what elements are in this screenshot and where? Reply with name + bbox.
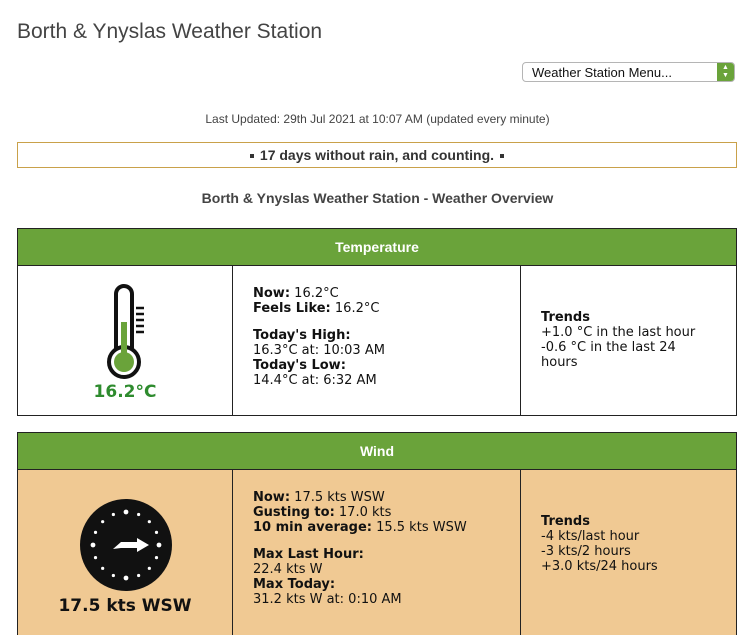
bullet-square-icon <box>500 154 505 159</box>
compass-tick <box>90 542 96 548</box>
compass-tick <box>154 556 159 560</box>
wind-icon-cell: 17.5 kts WSW <box>18 470 233 635</box>
compass-tick <box>111 512 115 517</box>
wind-max-today-label: Max Today: <box>253 577 336 592</box>
wind-trends-label: Trends <box>541 514 590 529</box>
weather-station-menu-select[interactable]: Weather Station Menu... ▲ ▼ <box>522 62 735 82</box>
compass-tick <box>111 573 115 578</box>
compass-tick <box>123 509 129 515</box>
bullet-square-icon <box>249 154 254 159</box>
wind-header: Wind <box>18 433 736 470</box>
rain-notice-banner: 17 days without rain, and counting. <box>17 142 737 168</box>
wind-details: Now: 17.5 kts WSW Gusting to: 17.0 kts 1… <box>233 470 521 635</box>
wind-avg-value: 15.5 kts WSW <box>376 520 467 535</box>
overview-heading: Borth & Ynyslas Weather Station - Weathe… <box>201 190 554 206</box>
wind-big-value: 17.5 kts WSW <box>58 596 192 616</box>
temperature-trends: Trends +1.0 °C in the last hour -0.6 °C … <box>521 266 736 416</box>
wind-compass-icon <box>80 499 172 591</box>
wind-max-today-value: 31.2 kts W at: 0:10 AM <box>253 592 402 607</box>
temperature-details: Now: 16.2°C Feels Like: 16.2°C Today's H… <box>233 266 521 416</box>
thermometer-icon <box>107 284 144 379</box>
compass-tick <box>93 530 98 534</box>
temp-now-label: Now: <box>253 286 291 301</box>
temp-high-value: 16.3°C at: 10:03 AM <box>253 343 385 358</box>
compass-tick <box>137 573 141 578</box>
temp-low-value: 14.4°C at: 6:32 AM <box>253 373 377 388</box>
temperature-header: Temperature <box>18 229 736 266</box>
page-title: Borth & Ynyslas Weather Station <box>17 20 323 43</box>
rain-notice-text: 17 days without rain, and counting. <box>259 147 495 163</box>
wind-gust-value: 17.0 kts <box>338 505 392 520</box>
compass-tick <box>147 520 151 524</box>
temperature-icon-cell: 16.2°C <box>18 266 233 416</box>
compass-tick <box>154 530 159 534</box>
last-updated-text: Last Updated: 29th Jul 2021 at 10:07 AM … <box>205 112 550 126</box>
wind-max-hour-value: 22.4 kts W <box>253 562 323 577</box>
temp-feels-label: Feels Like: <box>253 301 331 316</box>
temp-trend-2: -0.6 °C in the last 24 <box>541 340 676 355</box>
compass-tick <box>101 520 105 524</box>
compass-tick <box>137 512 141 517</box>
temp-trend-3: hours <box>541 355 578 370</box>
temperature-panel: Temperature 16.2°C Now: 16.2°C Feels Lik… <box>17 228 737 416</box>
compass-tick <box>156 542 162 548</box>
temp-feels-line: Feels Like: 16.2°C <box>253 301 520 316</box>
temp-low-label: Today's Low: <box>253 358 346 373</box>
compass-tick <box>147 566 151 570</box>
temperature-big-value: 16.2°C <box>93 382 157 402</box>
wind-max-hour-label: Max Last Hour: <box>253 547 364 562</box>
temp-now-value: 16.2°C <box>294 286 339 301</box>
temp-feels-value: 16.2°C <box>334 301 380 316</box>
temp-now-line: Now: 16.2°C <box>253 286 520 301</box>
temp-trends-label: Trends <box>541 310 590 325</box>
compass-tick <box>123 575 129 581</box>
wind-trend-2: -3 kts/2 hours <box>541 544 631 559</box>
compass-tick <box>93 556 98 560</box>
temp-trend-1: +1.0 °C in the last hour <box>541 325 696 340</box>
wind-trend-1: -4 kts/last hour <box>541 529 640 544</box>
wind-trends: Trends -4 kts/last hour -3 kts/2 hours +… <box>521 470 736 635</box>
wind-panel: Wind 17.5 kts WSW Now: 17.5 kts WSW Gust… <box>17 432 737 635</box>
temp-high-label: Today's High: <box>253 328 351 343</box>
wind-gust-line: Gusting to: 17.0 kts <box>253 505 392 520</box>
wind-avg-line: 10 min average: 15.5 kts WSW <box>253 520 467 535</box>
wind-now-value: 17.5 kts WSW <box>294 490 385 505</box>
compass-tick <box>101 566 105 570</box>
chevron-updown-icon[interactable]: ▲ ▼ <box>717 63 734 81</box>
wind-trend-3: +3.0 kts/24 hours <box>541 559 658 574</box>
wind-now-line: Now: 17.5 kts WSW <box>253 490 385 505</box>
menu-selected-label: Weather Station Menu... <box>532 65 672 80</box>
